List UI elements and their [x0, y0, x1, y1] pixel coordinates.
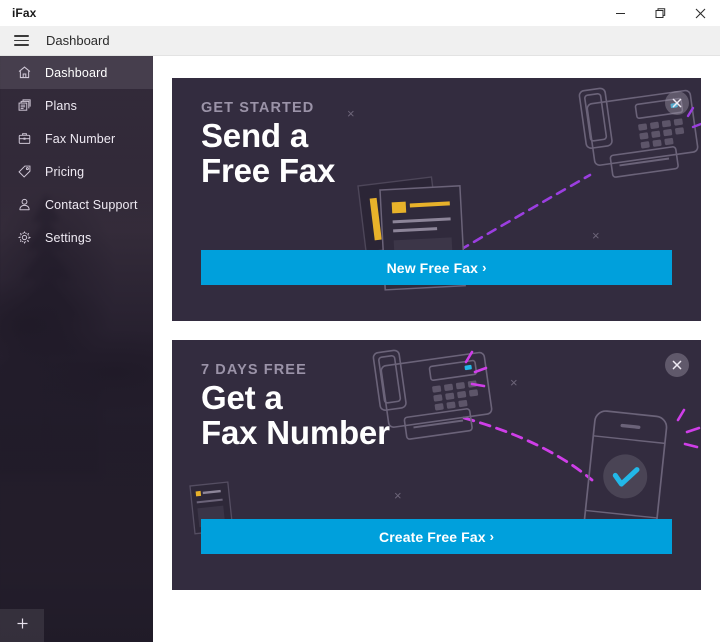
card-eyebrow: 7 DAYS FREE: [201, 362, 307, 378]
sidebar-item-label: Settings: [45, 230, 92, 245]
sidebar-item-fax-number[interactable]: Fax Number: [0, 122, 153, 155]
sidebar-item-label: Pricing: [45, 164, 85, 179]
hamburger-menu-icon[interactable]: [4, 26, 38, 56]
app-title: iFax: [12, 6, 37, 20]
person-icon: [14, 195, 34, 215]
promo-card-get-fax-number[interactable]: × × 7 DAYS FREE Get a Fax Number Create …: [172, 340, 701, 590]
sidebar-item-label: Dashboard: [45, 65, 108, 80]
decorative-x-mark: ×: [592, 228, 600, 243]
dismiss-card-button[interactable]: [665, 353, 689, 377]
plus-icon: [16, 617, 29, 635]
window-controls: [600, 0, 720, 26]
chevron-right-icon: ›: [482, 260, 487, 275]
cta-label: New Free Fax: [386, 259, 479, 276]
sidebar: Dashboard Plans Fax Number Pricing Conta…: [0, 56, 153, 642]
gear-icon: [14, 228, 34, 248]
menu-bar: Dashboard: [0, 26, 720, 56]
briefcase-icon: [14, 129, 34, 149]
cta-label: Create Free Fax: [379, 528, 486, 545]
sidebar-item-settings[interactable]: Settings: [0, 221, 153, 254]
card-text-block: 7 DAYS FREE Get a Fax Number: [201, 362, 390, 451]
card-headline: Send a Free Fax: [201, 117, 336, 190]
sidebar-item-label: Contact Support: [45, 197, 138, 212]
stacked-papers-icon: [14, 96, 34, 116]
sidebar-item-dashboard[interactable]: Dashboard: [0, 56, 153, 89]
promo-card-send-free-fax[interactable]: × × GET STARTED Send a Free Fax New Free…: [172, 78, 701, 321]
title-bar: iFax: [0, 0, 720, 26]
card-eyebrow: GET STARTED: [201, 100, 315, 116]
sidebar-nav: Dashboard Plans Fax Number Pricing Conta…: [0, 56, 153, 254]
close-button[interactable]: [680, 0, 720, 26]
sidebar-item-label: Fax Number: [45, 131, 116, 146]
sidebar-item-plans[interactable]: Plans: [0, 89, 153, 122]
card-headline: Get a Fax Number: [201, 379, 390, 452]
decorative-x-mark: ×: [394, 488, 402, 503]
home-icon: [14, 63, 34, 83]
sidebar-item-contact-support[interactable]: Contact Support: [0, 188, 153, 221]
app-window: iFax Dashboard Dashboard Plans Fax Numbe…: [0, 0, 720, 642]
decorative-x-mark: ×: [510, 375, 518, 390]
page-title: Dashboard: [46, 33, 110, 48]
decorative-x-mark: ×: [347, 106, 355, 121]
price-tag-icon: [14, 162, 34, 182]
dismiss-card-button[interactable]: [665, 91, 689, 115]
minimize-button[interactable]: [600, 0, 640, 26]
new-free-fax-button[interactable]: New Free Fax ›: [201, 250, 672, 285]
sidebar-item-label: Plans: [45, 98, 78, 113]
sidebar-item-pricing[interactable]: Pricing: [0, 155, 153, 188]
chevron-right-icon: ›: [489, 529, 494, 544]
add-button[interactable]: [0, 609, 44, 642]
main-content: × × GET STARTED Send a Free Fax New Free…: [153, 56, 720, 642]
card-text-block: GET STARTED Send a Free Fax: [201, 100, 335, 189]
restore-button[interactable]: [640, 0, 680, 26]
create-free-fax-button[interactable]: Create Free Fax ›: [201, 519, 672, 554]
